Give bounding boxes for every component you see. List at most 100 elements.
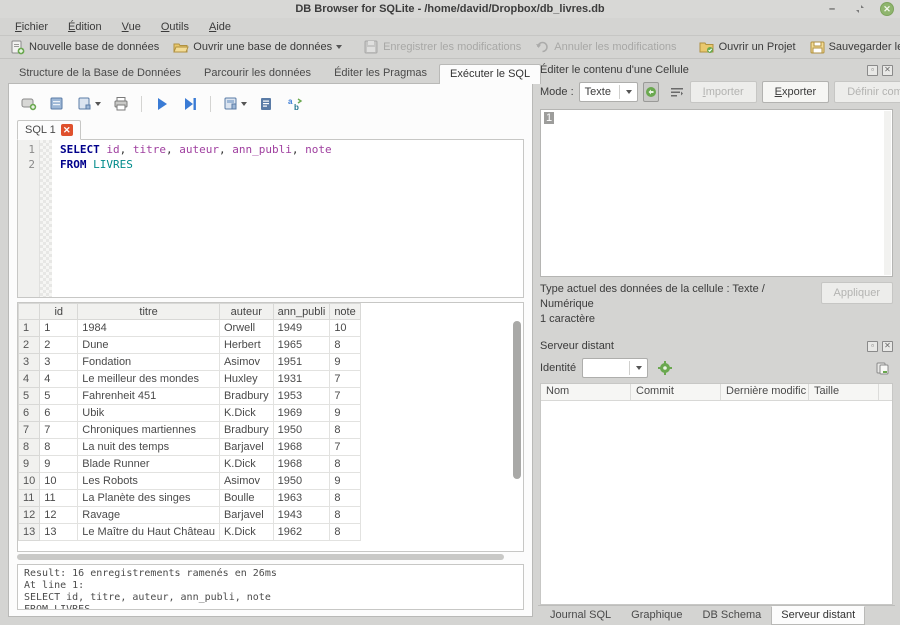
remote-column-header-taille[interactable]: Taille — [809, 384, 879, 400]
dock-tab-db-schema[interactable]: DB Schema — [693, 606, 772, 625]
dock-tab-journal-sql[interactable]: Journal SQL — [540, 606, 621, 625]
button-save-results[interactable] — [221, 94, 249, 114]
table-cell[interactable]: Barjavel — [219, 507, 273, 524]
table-cell[interactable]: 1950 — [273, 473, 330, 490]
table-cell[interactable]: La Planète des singes — [78, 490, 220, 507]
table-cell[interactable]: 12 — [40, 507, 78, 524]
table-cell[interactable]: Asimov — [219, 354, 273, 371]
table-cell[interactable]: 13 — [40, 524, 78, 541]
apply-button[interactable]: Appliquer — [821, 282, 893, 304]
button-find-replace[interactable] — [257, 94, 277, 114]
table-cell[interactable]: Fahrenheit 451 — [78, 388, 220, 405]
table-cell[interactable]: 10 — [40, 473, 78, 490]
export-button[interactable]: Exporter — [762, 81, 830, 103]
column-header-titre[interactable]: titre — [78, 304, 220, 320]
toolbar-button-save-project[interactable]: Sauvegarder le projet — [804, 38, 900, 57]
column-header-note[interactable]: note — [330, 304, 360, 320]
results-vertical-scrollbar[interactable] — [513, 321, 521, 541]
row-number[interactable]: 6 — [19, 405, 40, 422]
tab-structure-de-la-base-de-donnees[interactable]: Structure de la Base de Données — [8, 63, 192, 83]
table-cell[interactable]: 7 — [330, 371, 360, 388]
table-cell[interactable]: 10 — [330, 320, 360, 337]
sql-editor[interactable]: 12 SELECT id, titre, auteur, ann_publi, … — [17, 140, 524, 298]
table-cell[interactable]: 7 — [330, 388, 360, 405]
remote-column-header-nom[interactable]: Nom — [541, 384, 631, 400]
float-dock-icon[interactable]: ▫ — [867, 65, 878, 76]
table-cell[interactable]: 5 — [40, 388, 78, 405]
row-number[interactable]: 3 — [19, 354, 40, 371]
minimize-button[interactable]: – — [824, 2, 840, 16]
button-save-sql-file[interactable] — [75, 94, 103, 114]
table-cell[interactable]: 1943 — [273, 507, 330, 524]
row-number[interactable]: 7 — [19, 422, 40, 439]
table-cell[interactable]: Le Maître du Haut Château — [78, 524, 220, 541]
table-cell[interactable]: 1962 — [273, 524, 330, 541]
mode-select[interactable]: Texte — [579, 82, 638, 102]
button-format-sql[interactable]: ab — [285, 94, 305, 114]
table-cell[interactable]: 3 — [40, 354, 78, 371]
table-cell[interactable]: 2 — [40, 337, 78, 354]
apply-data-button[interactable] — [643, 82, 659, 102]
table-cell[interactable]: Ravage — [78, 507, 220, 524]
table-cell[interactable]: 1951 — [273, 354, 330, 371]
table-cell[interactable]: Chroniques martiennes — [78, 422, 220, 439]
dock-tab-serveur-distant[interactable]: Serveur distant — [771, 606, 865, 625]
table-cell[interactable]: 1963 — [273, 490, 330, 507]
clone-database-button[interactable] — [871, 358, 893, 378]
close-button[interactable]: ✕ — [880, 2, 894, 16]
table-cell[interactable]: 8 — [330, 490, 360, 507]
table-cell[interactable]: 7 — [330, 439, 360, 456]
table-cell[interactable]: Le meilleur des mondes — [78, 371, 220, 388]
word-wrap-button[interactable] — [669, 82, 685, 102]
remote-column-header-commit[interactable]: Commit — [631, 384, 721, 400]
menu-aide[interactable]: Aide — [200, 20, 240, 34]
table-cell[interactable]: Orwell — [219, 320, 273, 337]
table-cell[interactable]: 9 — [330, 473, 360, 490]
table-cell[interactable]: Bradbury — [219, 388, 273, 405]
menu-vue[interactable]: Vue — [113, 20, 150, 34]
table-cell[interactable]: 9 — [330, 354, 360, 371]
remote-column-header-derniere-modific[interactable]: Dernière modific — [721, 384, 809, 400]
cell-editor-scrollbar[interactable] — [884, 111, 891, 275]
tab-parcourir-les-donnees[interactable]: Parcourir les données — [193, 63, 322, 83]
row-number[interactable]: 13 — [19, 524, 40, 541]
toolbar-button-new-database[interactable]: Nouvelle base de données — [4, 38, 165, 57]
table-cell[interactable]: 4 — [40, 371, 78, 388]
table-cell[interactable]: K.Dick — [219, 405, 273, 422]
table-cell[interactable]: 1965 — [273, 337, 330, 354]
menu-edition[interactable]: Édition — [59, 20, 111, 34]
column-header-auteur[interactable]: auteur — [219, 304, 273, 320]
table-cell[interactable]: 6 — [40, 405, 78, 422]
row-number[interactable]: 2 — [19, 337, 40, 354]
row-number[interactable]: 11 — [19, 490, 40, 507]
row-number[interactable]: 12 — [19, 507, 40, 524]
table-cell[interactable]: Blade Runner — [78, 456, 220, 473]
menu-outils[interactable]: Outils — [152, 20, 198, 34]
cell-content-editor[interactable]: 1 — [540, 109, 893, 277]
row-number[interactable]: 10 — [19, 473, 40, 490]
table-cell[interactable]: Huxley — [219, 371, 273, 388]
restore-button[interactable] — [852, 2, 868, 16]
row-number[interactable]: 4 — [19, 371, 40, 388]
table-cell[interactable]: K.Dick — [219, 524, 273, 541]
identity-select[interactable] — [582, 358, 648, 378]
button-execute-current-line[interactable] — [180, 94, 200, 114]
table-cell[interactable]: Bradbury — [219, 422, 273, 439]
table-cell[interactable]: 9 — [40, 456, 78, 473]
table-cell[interactable]: La nuit des temps — [78, 439, 220, 456]
table-cell[interactable]: 1969 — [273, 405, 330, 422]
button-execute-sql[interactable] — [152, 94, 172, 114]
row-number[interactable]: 5 — [19, 388, 40, 405]
table-cell[interactable]: Herbert — [219, 337, 273, 354]
table-cell[interactable]: 7 — [40, 422, 78, 439]
table-cell[interactable]: Asimov — [219, 473, 273, 490]
set-null-button[interactable]: Définir comme NULL — [834, 81, 900, 103]
table-cell[interactable]: 8 — [330, 524, 360, 541]
table-cell[interactable]: Ubik — [78, 405, 220, 422]
button-open-sql-file[interactable] — [47, 94, 67, 114]
identity-settings-button[interactable] — [654, 358, 676, 378]
table-cell[interactable]: 9 — [330, 405, 360, 422]
tab-editer-les-pragmas[interactable]: Éditer les Pragmas — [323, 63, 438, 83]
sql-document-tab[interactable]: SQL 1 ✕ — [17, 120, 81, 140]
float-dock-icon[interactable]: ▫ — [867, 341, 878, 352]
